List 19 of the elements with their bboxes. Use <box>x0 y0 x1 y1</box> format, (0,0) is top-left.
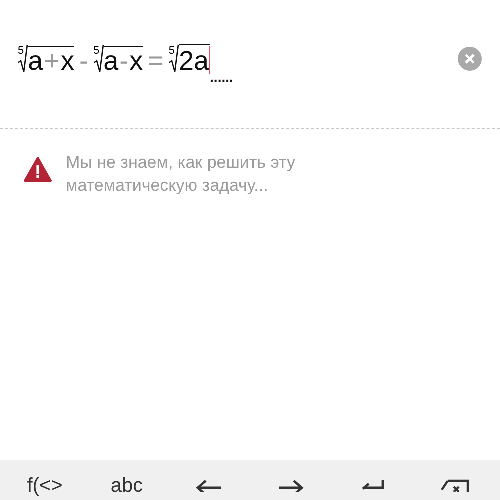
keyboard-key[interactable]: f(<> <box>10 476 80 500</box>
math-term: x <box>60 48 74 74</box>
radical-sign-icon <box>169 44 179 74</box>
math-term: 2a <box>179 48 210 74</box>
root-index: 5 <box>168 46 175 57</box>
operator: + <box>44 48 61 74</box>
operator: - <box>79 48 88 74</box>
math-term: a <box>28 48 44 74</box>
root-index: 5 <box>93 46 100 57</box>
root-index: 5 <box>18 46 24 57</box>
warning-icon <box>24 157 52 182</box>
operator: - <box>119 48 130 74</box>
error-message: Мы не знаем, как решить эту математическую задачу... <box>66 152 297 197</box>
operator: = <box>148 48 164 74</box>
close-icon <box>465 54 475 64</box>
placeholder-dots: ...... <box>210 70 234 84</box>
math-term: x <box>130 48 144 74</box>
math-term: a <box>104 48 119 74</box>
keyboard-key[interactable]: abc <box>92 476 162 500</box>
